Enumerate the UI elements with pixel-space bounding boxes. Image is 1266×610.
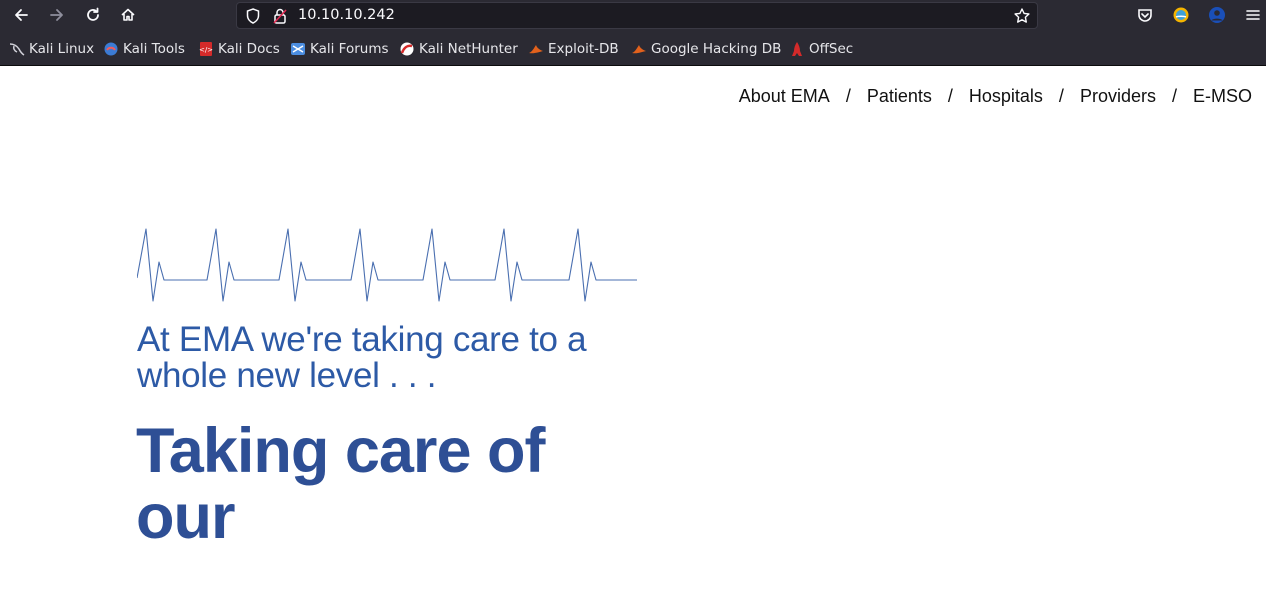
bookmark-label: OffSec — [809, 41, 854, 57]
site-nav: About EMA / Patients / Hospitals / Provi… — [739, 84, 1252, 108]
kali-docs-icon: </> — [198, 41, 214, 57]
url-bar[interactable]: 10.10.10.242 — [236, 2, 1038, 29]
heartbeat-line-icon — [137, 228, 637, 302]
nav-separator: / — [1171, 85, 1177, 106]
bookmark-google-hacking-db[interactable]: Google Hacking DB — [631, 40, 781, 58]
hero-headline: Taking care of our — [136, 416, 545, 552]
kali-nethunter-icon — [399, 41, 415, 57]
nav-providers[interactable]: Providers — [1080, 86, 1156, 107]
ghdb-icon — [631, 41, 647, 57]
bookmark-label: Kali Linux — [29, 41, 95, 57]
bookmark-label: Kali Docs — [218, 41, 280, 57]
bookmark-exploit-db[interactable]: Exploit-DB — [528, 40, 619, 58]
nav-separator: / — [1058, 85, 1064, 106]
nav-separator: / — [947, 85, 953, 106]
bookmark-kali-forums[interactable]: Kali Forums — [290, 40, 389, 58]
reload-icon[interactable] — [80, 4, 106, 26]
extension-icon[interactable] — [1171, 5, 1191, 25]
bookmark-kali-docs[interactable]: </> Kali Docs — [198, 40, 280, 58]
kali-forums-icon — [290, 41, 306, 57]
kali-tools-icon — [103, 41, 119, 57]
bookmark-label: Kali Tools — [123, 41, 185, 57]
browser-toolbar: 10.10.10.242 — [0, 0, 1266, 32]
nav-separator: / — [845, 85, 851, 106]
hero-tagline: At EMA we're taking care to a whole new … — [137, 320, 587, 395]
nav-about-ema[interactable]: About EMA — [739, 86, 830, 107]
bookmark-label: Kali Forums — [310, 41, 389, 57]
account-icon[interactable] — [1207, 5, 1227, 25]
bookmark-label: Kali NetHunter — [419, 41, 518, 57]
bookmark-star-icon[interactable] — [1013, 7, 1031, 29]
forward-icon[interactable] — [44, 4, 70, 26]
bookmark-label: Exploit-DB — [548, 41, 619, 57]
exploit-db-icon — [528, 41, 544, 57]
nav-patients[interactable]: Patients — [867, 86, 932, 107]
svg-text:</>: </> — [199, 46, 213, 54]
nav-e-mso[interactable]: E-MSO — [1193, 86, 1252, 107]
insecure-lock-icon[interactable] — [273, 7, 287, 29]
pocket-icon[interactable] — [1135, 5, 1155, 25]
shield-icon[interactable] — [245, 7, 261, 29]
menu-icon[interactable] — [1243, 5, 1263, 25]
offsec-icon — [789, 41, 805, 57]
nav-hospitals[interactable]: Hospitals — [969, 86, 1043, 107]
kali-dragon-icon — [9, 41, 25, 57]
bookmark-label: Google Hacking DB — [651, 41, 782, 57]
bookmark-kali-nethunter[interactable]: Kali NetHunter — [399, 40, 518, 58]
back-icon[interactable] — [8, 4, 34, 26]
bookmark-kali-linux[interactable]: Kali Linux — [9, 40, 94, 58]
bookmarks-bar: Kali Linux Kali Tools </> Kali Docs Kali… — [0, 32, 1266, 66]
home-icon[interactable] — [115, 4, 141, 26]
bookmark-kali-tools[interactable]: Kali Tools — [103, 40, 185, 58]
bookmark-offsec[interactable]: OffSec — [789, 40, 853, 58]
url-text[interactable]: 10.10.10.242 — [298, 7, 395, 23]
